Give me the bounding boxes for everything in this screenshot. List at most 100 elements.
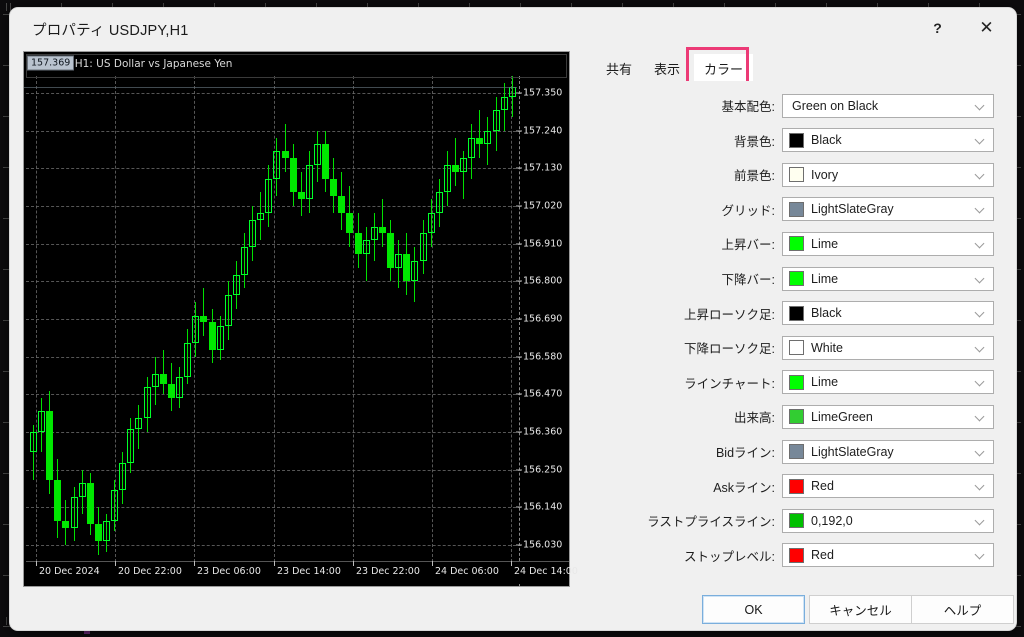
candlestick (119, 76, 127, 562)
candlestick (257, 76, 265, 562)
last-price-line-color-select[interactable]: 0,192,0 (782, 509, 994, 533)
background-color-select[interactable]: Black (782, 128, 994, 152)
bull-candle-color-value: Black (811, 306, 842, 320)
tab-share[interactable]: 共有 (596, 54, 642, 83)
tab-bar: 共有 表示 カラー (582, 51, 1004, 81)
bear-bar-color-select[interactable]: Lime (782, 267, 994, 291)
candle-body (95, 524, 102, 541)
candlestick (46, 76, 54, 562)
candle-body (62, 521, 69, 528)
time-tick-mark (511, 561, 512, 566)
volume-color-value: LimeGreen (811, 410, 873, 424)
candlestick (249, 76, 257, 562)
candle-body (290, 158, 297, 192)
candle-body (484, 131, 491, 145)
candle-wick (203, 288, 204, 336)
chevron-down-icon[interactable] (976, 205, 985, 214)
bull-bar-color-select[interactable]: Lime (782, 232, 994, 256)
chevron-down-icon[interactable] (976, 344, 985, 353)
candle-body (379, 227, 386, 234)
candlestick (241, 76, 249, 562)
candle-body (249, 220, 256, 247)
title-bar: プロパティ USDJPY,H1 ? ✕ (10, 8, 1016, 47)
grid-color-select[interactable]: LightSlateGray (782, 197, 994, 221)
candlestick (493, 76, 501, 562)
grid-color-label: グリッド: (582, 200, 782, 219)
candle-body (273, 151, 280, 178)
chevron-down-icon[interactable] (976, 551, 985, 560)
line-chart-color-select[interactable]: Lime (782, 370, 994, 394)
chevron-down-icon[interactable] (976, 275, 985, 284)
time-tick-label: 24 Dec 06:00 (435, 566, 499, 577)
time-tick-label: 20 Dec 2024 (39, 566, 100, 577)
candlestick (411, 76, 419, 562)
setting-row-background-color: 背景色:Black (582, 128, 1004, 153)
price-tick-label: 157.130 (523, 163, 562, 174)
price-tick-label: 156.140 (523, 502, 562, 513)
candle-body (476, 138, 483, 145)
bid-line-color-select[interactable]: LightSlateGray (782, 440, 994, 464)
candlestick (87, 76, 95, 562)
candlestick (30, 76, 38, 562)
chevron-down-icon[interactable] (976, 240, 985, 249)
help-question-icon[interactable]: ? (914, 8, 961, 47)
setting-row-bear-bar-color: 下降バー:Lime (582, 266, 1004, 291)
time-tick-mark (432, 561, 433, 566)
candle-body (444, 165, 451, 192)
close-icon[interactable]: ✕ (963, 8, 1010, 47)
candle-body (46, 411, 53, 479)
help-button[interactable]: ヘルプ (911, 595, 1014, 624)
price-tick-label: 156.470 (523, 389, 562, 400)
bear-candle-color-select[interactable]: White (782, 336, 994, 360)
properties-dialog: プロパティ USDJPY,H1 ? ✕ USDJPY, H1: US Dolla… (9, 7, 1017, 631)
background-color-swatch-icon (789, 133, 804, 148)
bull-candle-color-select[interactable]: Black (782, 301, 994, 325)
candle-body (184, 343, 191, 377)
chart-preview-panel[interactable]: USDJPY, H1: US Dollar vs Japanese Yen 15… (23, 51, 570, 587)
chevron-down-icon[interactable] (976, 517, 985, 526)
volume-color-select[interactable]: LimeGreen (782, 405, 994, 429)
candlestick (306, 76, 314, 562)
ask-line-color-label: Askライン: (582, 477, 782, 496)
candle-body (330, 179, 337, 196)
candle-wick (512, 76, 513, 117)
ask-line-color-select[interactable]: Red (782, 474, 994, 498)
setting-row-grid-color: グリッド:LightSlateGray (582, 197, 1004, 222)
chart-plot-area (26, 76, 521, 562)
bear-bar-color-label: 下降バー: (582, 269, 782, 288)
chevron-down-icon[interactable] (976, 448, 985, 457)
bull-bar-color-label: 上昇バー: (582, 234, 782, 253)
chevron-down-icon[interactable] (976, 309, 985, 318)
stop-level-color-select[interactable]: Red (782, 543, 994, 567)
candle-body (355, 233, 362, 254)
color-scheme-select[interactable]: Green on Black (782, 94, 994, 118)
candle-body (436, 192, 443, 213)
last-price-line (24, 87, 517, 88)
current-price-tag: 157.369 (27, 55, 74, 70)
candlestick (290, 76, 298, 562)
candlestick (103, 76, 111, 562)
cancel-button[interactable]: キャンセル (809, 595, 912, 624)
bull-candle-color-label: 上昇ローソク足: (582, 304, 782, 323)
chevron-down-icon[interactable] (976, 102, 985, 111)
setting-row-bull-candle-color: 上昇ローソク足: Black (582, 301, 1004, 326)
foreground-color-label: 前景色: (582, 165, 782, 184)
candlestick (444, 76, 452, 562)
time-tick-mark (36, 561, 37, 566)
candlestick (225, 76, 233, 562)
chevron-down-icon[interactable] (976, 482, 985, 491)
candle-body (119, 463, 126, 490)
setting-row-stop-level-color: ストップレベル:Red (582, 543, 1004, 568)
chevron-down-icon[interactable] (976, 136, 985, 145)
bid-line-color-label: Bidライン: (582, 442, 782, 461)
tab-display[interactable]: 表示 (644, 54, 690, 83)
chevron-down-icon[interactable] (976, 378, 985, 387)
price-tick-mark (516, 93, 522, 94)
line-chart-color-swatch-icon (789, 375, 804, 390)
foreground-color-select[interactable]: Ivory (782, 163, 994, 187)
candlestick (403, 76, 411, 562)
ok-button[interactable]: OK (702, 595, 805, 624)
tab-color-highlight-box (686, 47, 749, 85)
chevron-down-icon[interactable] (976, 413, 985, 422)
chevron-down-icon[interactable] (976, 171, 985, 180)
